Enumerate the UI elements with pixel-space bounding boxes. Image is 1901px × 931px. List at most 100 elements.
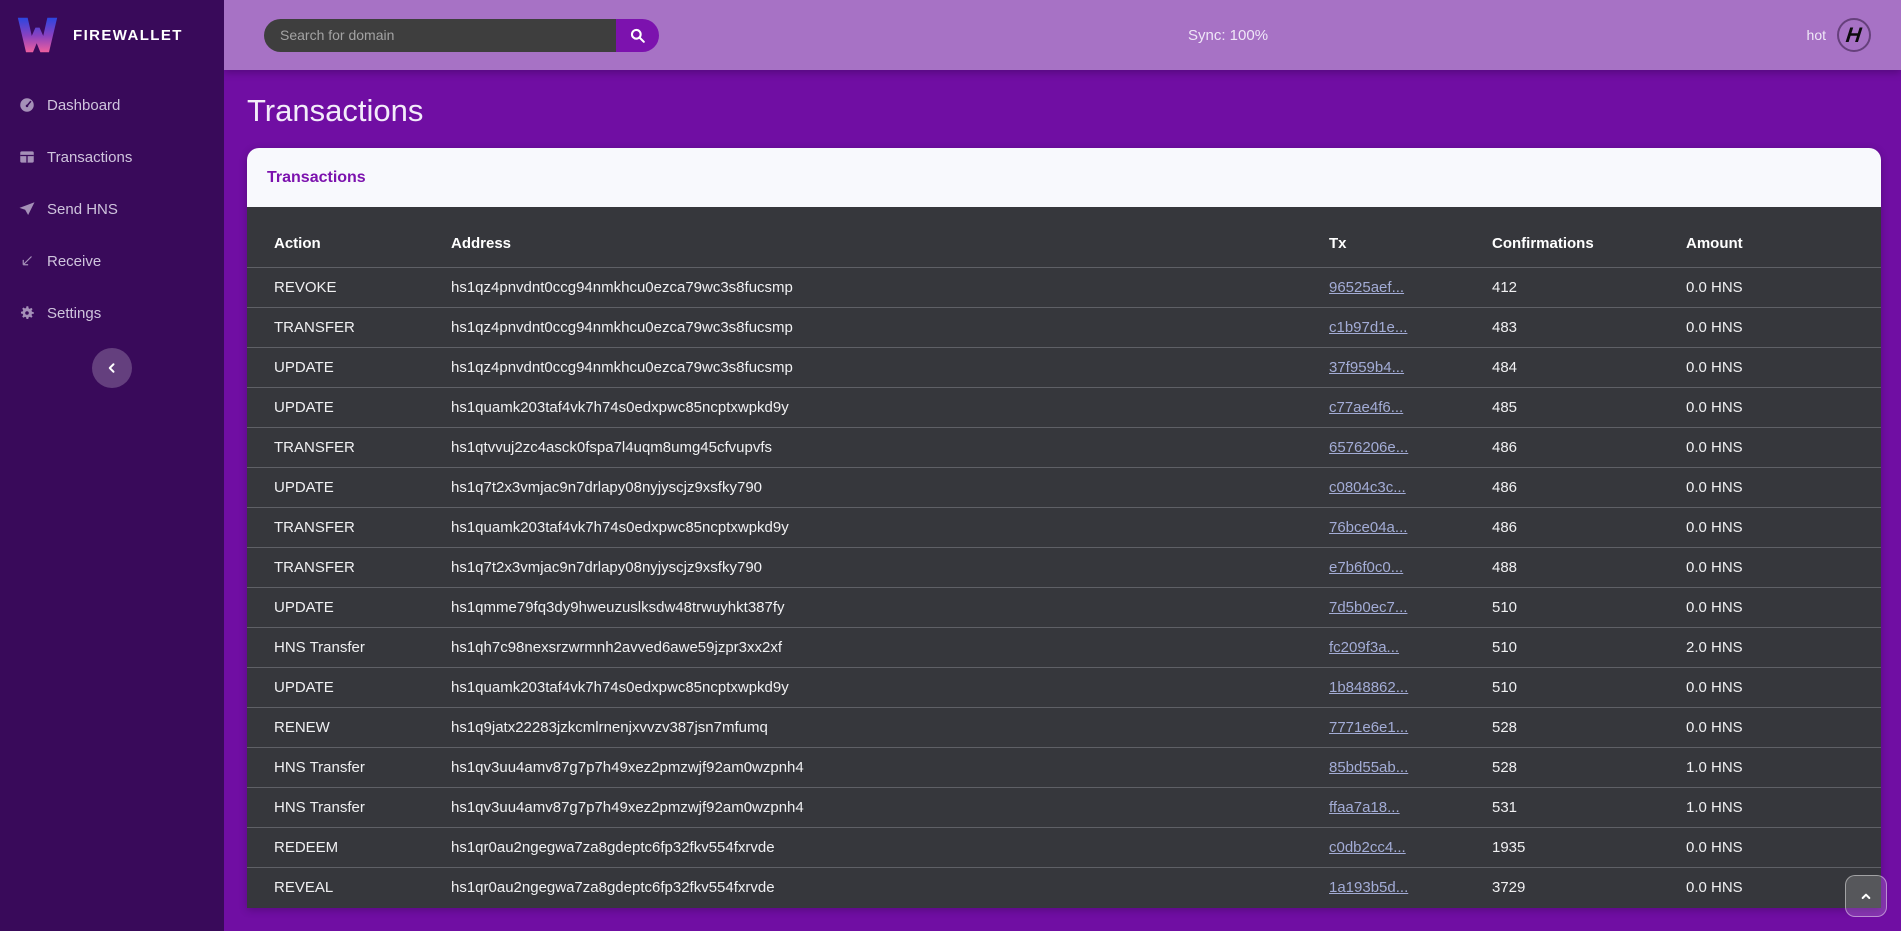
amount-cell: 1.0 HNS (1686, 788, 1881, 828)
sidebar-item-dashboard[interactable]: Dashboard (0, 79, 224, 131)
table-row: TRANSFERhs1qtvvuj2zc4asck0fspa7l4uqm8umg… (247, 428, 1881, 468)
address-cell: hs1qv3uu4amv87g7p7h49xez2pmzwjf92am0wzpn… (451, 788, 1329, 828)
tx-link[interactable]: c0db2cc4... (1329, 839, 1406, 856)
search-button[interactable] (616, 19, 659, 52)
amount-cell: 0.0 HNS (1686, 428, 1881, 468)
amount-cell: 0.0 HNS (1686, 268, 1881, 308)
tx-link[interactable]: ffaa7a18... (1329, 799, 1400, 816)
address-cell: hs1qz4pnvdnt0ccg94nmkhcu0ezca79wc3s8fucs… (451, 348, 1329, 388)
tx-link[interactable]: 96525aef... (1329, 279, 1404, 296)
chevron-up-icon (1858, 888, 1874, 904)
action-cell: TRANSFER (247, 508, 451, 548)
main-content: Transactions Transactions ActionAddressT… (224, 70, 1901, 931)
sidebar-item-settings[interactable]: Settings (0, 287, 224, 339)
tx-link[interactable]: c77ae4f6... (1329, 399, 1403, 416)
action-cell: REVEAL (247, 868, 451, 908)
address-cell: hs1qmme79fq3dy9hweuzuslksdw48trwuyhkt387… (451, 588, 1329, 628)
confirmations-cell: 3729 (1492, 868, 1686, 908)
confirmations-cell: 528 (1492, 748, 1686, 788)
table-row: TRANSFERhs1qz4pnvdnt0ccg94nmkhcu0ezca79w… (247, 308, 1881, 348)
table-row: RENEWhs1q9jatx22283jzkcmlrnenjxvvzv387js… (247, 708, 1881, 748)
sidebar-collapse-button[interactable] (92, 348, 132, 388)
action-cell: REVOKE (247, 268, 451, 308)
domain-search (264, 19, 659, 52)
tx-link[interactable]: 7d5b0ec7... (1329, 599, 1407, 616)
sidebar-item-receive[interactable]: Receive (0, 235, 224, 287)
sidebar-item-transactions[interactable]: Transactions (0, 131, 224, 183)
confirmations-cell: 510 (1492, 588, 1686, 628)
confirmations-cell: 1935 (1492, 828, 1686, 868)
table-icon (18, 148, 36, 166)
table-row: UPDATEhs1q7t2x3vmjac9n7drlapy08nyjyscjz9… (247, 468, 1881, 508)
handshake-logo-icon[interactable]: H (1837, 18, 1871, 52)
amount-cell: 0.0 HNS (1686, 388, 1881, 428)
amount-cell: 0.0 HNS (1686, 468, 1881, 508)
column-header-address: Address (451, 207, 1329, 268)
address-cell: hs1q7t2x3vmjac9n7drlapy08nyjyscjz9xsfky7… (451, 548, 1329, 588)
gauge-icon (18, 96, 36, 114)
tx-cell: 1b848862... (1329, 668, 1492, 708)
panel-title: Transactions (247, 148, 1881, 207)
search-input[interactable] (264, 19, 616, 52)
address-cell: hs1qr0au2ngegwa7za8gdeptc6fp32fkv554fxrv… (451, 868, 1329, 908)
tx-link[interactable]: e7b6f0c0... (1329, 559, 1403, 576)
tx-cell: 96525aef... (1329, 268, 1492, 308)
sync-status: Sync: 100% (1188, 27, 1268, 44)
sidebar-item-label: Transactions (47, 149, 132, 166)
confirmations-cell: 486 (1492, 508, 1686, 548)
tx-link[interactable]: 76bce04a... (1329, 519, 1407, 536)
tx-link[interactable]: 1a193b5d... (1329, 879, 1408, 896)
table-row: REDEEMhs1qr0au2ngegwa7za8gdeptc6fp32fkv5… (247, 828, 1881, 868)
confirmations-cell: 510 (1492, 628, 1686, 668)
tx-link[interactable]: 37f959b4... (1329, 359, 1404, 376)
column-header-tx: Tx (1329, 207, 1492, 268)
tx-cell: ffaa7a18... (1329, 788, 1492, 828)
table-row: REVEALhs1qr0au2ngegwa7za8gdeptc6fp32fkv5… (247, 868, 1881, 908)
transactions-table: ActionAddressTxConfirmationsAmount REVOK… (247, 207, 1881, 908)
sidebar-item-label: Settings (47, 305, 101, 322)
sidebar-item-send-hns[interactable]: Send HNS (0, 183, 224, 235)
tx-link[interactable]: 1b848862... (1329, 679, 1408, 696)
column-header-confirmations: Confirmations (1492, 207, 1686, 268)
address-cell: hs1qv3uu4amv87g7p7h49xez2pmzwjf92am0wzpn… (451, 748, 1329, 788)
tx-cell: fc209f3a... (1329, 628, 1492, 668)
table-row: REVOKEhs1qz4pnvdnt0ccg94nmkhcu0ezca79wc3… (247, 268, 1881, 308)
tx-cell: 6576206e... (1329, 428, 1492, 468)
table-header: ActionAddressTxConfirmationsAmount (247, 207, 1881, 268)
gear-icon (18, 304, 36, 322)
tx-cell: 76bce04a... (1329, 508, 1492, 548)
chevron-left-icon (103, 359, 121, 377)
tx-link[interactable]: 6576206e... (1329, 439, 1408, 456)
confirmations-cell: 510 (1492, 668, 1686, 708)
scroll-to-top-button[interactable] (1845, 875, 1887, 917)
confirmations-cell: 483 (1492, 308, 1686, 348)
address-cell: hs1quamk203taf4vk7h74s0edxpwc85ncptxwpkd… (451, 668, 1329, 708)
table-row: TRANSFERhs1q7t2x3vmjac9n7drlapy08nyjyscj… (247, 548, 1881, 588)
table-row: HNS Transferhs1qv3uu4amv87g7p7h49xez2pmz… (247, 788, 1881, 828)
tx-cell: c77ae4f6... (1329, 388, 1492, 428)
confirmations-cell: 528 (1492, 708, 1686, 748)
confirmations-cell: 488 (1492, 548, 1686, 588)
address-cell: hs1qtvvuj2zc4asck0fspa7l4uqm8umg45cfvupv… (451, 428, 1329, 468)
address-cell: hs1quamk203taf4vk7h74s0edxpwc85ncptxwpkd… (451, 508, 1329, 548)
address-cell: hs1q7t2x3vmjac9n7drlapy08nyjyscjz9xsfky7… (451, 468, 1329, 508)
tx-cell: 85bd55ab... (1329, 748, 1492, 788)
wallet-indicator: hot H (1807, 18, 1871, 52)
action-cell: TRANSFER (247, 428, 451, 468)
action-cell: UPDATE (247, 468, 451, 508)
tx-link[interactable]: 7771e6e1... (1329, 719, 1408, 736)
confirmations-cell: 486 (1492, 428, 1686, 468)
action-cell: HNS Transfer (247, 788, 451, 828)
arrow-down-left-icon (18, 252, 36, 270)
tx-link[interactable]: c1b97d1e... (1329, 319, 1407, 336)
tx-link[interactable]: fc209f3a... (1329, 639, 1399, 656)
tx-link[interactable]: c0804c3c... (1329, 479, 1406, 496)
sidebar-item-label: Receive (47, 253, 101, 270)
amount-cell: 0.0 HNS (1686, 308, 1881, 348)
action-cell: HNS Transfer (247, 748, 451, 788)
confirmations-cell: 485 (1492, 388, 1686, 428)
tx-link[interactable]: 85bd55ab... (1329, 759, 1408, 776)
address-cell: hs1qz4pnvdnt0ccg94nmkhcu0ezca79wc3s8fucs… (451, 308, 1329, 348)
address-cell: hs1qr0au2ngegwa7za8gdeptc6fp32fkv554fxrv… (451, 828, 1329, 868)
table-header-row: ActionAddressTxConfirmationsAmount (247, 207, 1881, 268)
